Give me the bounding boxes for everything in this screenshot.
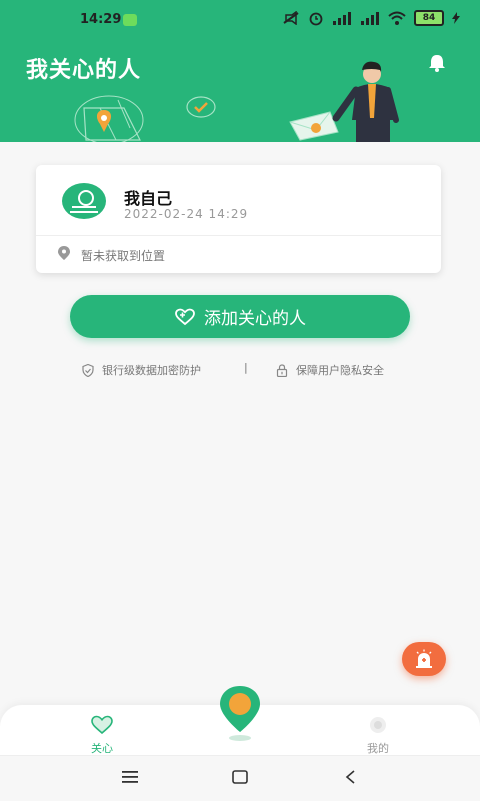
profile-name: 我自己 — [124, 189, 173, 208]
shield-check-icon — [82, 363, 94, 377]
lock-icon — [276, 363, 288, 377]
divider — [36, 235, 441, 236]
privacy-text: 保障用户隐私安全 — [296, 364, 384, 377]
back-icon[interactable] — [344, 770, 356, 784]
eye-icon — [370, 717, 386, 733]
menu-icon[interactable] — [122, 770, 138, 784]
add-button-label: 添加关心的人 — [204, 309, 306, 329]
system-nav-bar — [0, 755, 480, 801]
heart-icon — [91, 715, 113, 735]
avatar — [62, 183, 106, 219]
nav-mine-label: 我的 — [367, 742, 389, 755]
header-illustration — [74, 61, 399, 142]
security-note-encryption: 银行级数据加密防护 — [82, 362, 201, 378]
nav-tab-mine[interactable]: 我的 — [348, 715, 408, 756]
add-care-person-button[interactable]: 添加关心的人 — [70, 295, 410, 338]
header: 14:29 84 我关心的人 — [0, 0, 480, 142]
nav-tab-care[interactable]: 关心 — [72, 715, 132, 756]
location-pin-icon — [58, 246, 70, 260]
location-status: 暂未获取到位置 — [81, 249, 166, 263]
encryption-text: 银行级数据加密防护 — [102, 364, 201, 377]
profile-card[interactable]: 我自己 2022-02-24 14:29 暂未获取到位置 — [36, 165, 441, 273]
sos-button[interactable] — [402, 642, 446, 676]
alarm-light-icon — [416, 649, 432, 668]
home-icon[interactable] — [232, 770, 248, 784]
map-pin-icon[interactable] — [216, 684, 264, 744]
heart-add-icon — [175, 308, 195, 325]
profile-timestamp: 2022-02-24 14:29 — [124, 207, 249, 221]
security-note-privacy: 保障用户隐私安全 — [276, 362, 384, 378]
nav-care-label: 关心 — [91, 742, 113, 755]
security-separator: | — [244, 361, 248, 374]
